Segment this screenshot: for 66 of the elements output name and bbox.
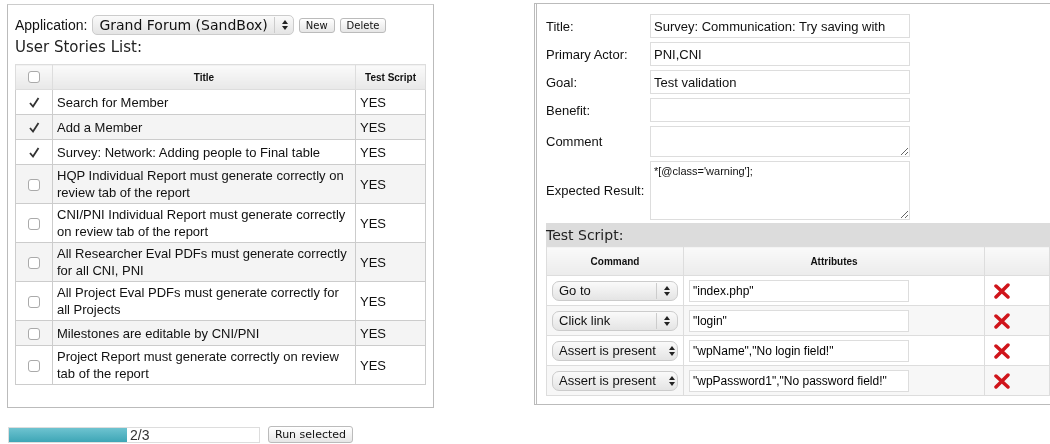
table-cell: Add a Member [52, 114, 356, 140]
checkbox[interactable] [28, 360, 40, 373]
field-label: Goal: [546, 74, 579, 90]
checkbox[interactable] [28, 296, 40, 309]
column-header: Test Script [355, 64, 426, 90]
checkbox[interactable] [28, 97, 40, 110]
field-label: Title: [546, 18, 575, 34]
table-cell: YES [355, 203, 426, 243]
updown-arrows-icon[interactable] [663, 284, 671, 297]
field-label: Benefit: [546, 102, 592, 118]
field-label: Expected Result: [546, 183, 646, 198]
input-field[interactable]: "wpName","No login field!" [689, 339, 909, 362]
input-field[interactable]: "wpPassword1","No password field!" [689, 369, 909, 392]
input-field[interactable]: Survey: Communication: Try saving with [650, 14, 910, 38]
command-select[interactable]: Go to [552, 280, 678, 301]
checkbox[interactable] [28, 328, 40, 341]
command-select[interactable]: Click link [552, 310, 678, 331]
column-header: Command [546, 246, 684, 276]
application-select[interactable]: Grand Forum (SandBox) [92, 15, 294, 35]
text-area[interactable]: *[@class='warning']; [650, 161, 910, 220]
table-cell: Search for Member [52, 89, 356, 115]
table-cell: CNI/PNI Individual Report must generate correctly on review tab of the report [52, 203, 356, 243]
input-field[interactable]: PNI,CNI [650, 42, 910, 66]
column-header: Attributes [683, 246, 985, 276]
progress-text: 2/3 [130, 426, 150, 443]
checkbox[interactable] [28, 122, 40, 135]
table-cell: All Project Eval PDFs must generate correctly for all Projects [52, 281, 356, 321]
table-cell: YES [355, 89, 426, 115]
table-cell: Milestones are editable by CNI/PNI [52, 320, 356, 346]
checkbox[interactable] [28, 218, 40, 231]
checkbox[interactable] [28, 257, 40, 270]
field-label: Primary Actor: [546, 46, 629, 62]
table-cell: YES [355, 345, 426, 385]
list-heading: User Stories List: [15, 38, 143, 56]
checkbox[interactable] [28, 147, 40, 160]
delete-icon[interactable] [994, 312, 1010, 329]
table-cell: All Researcher Eval PDFs must generate correctly for all CNI, PNI [52, 242, 356, 282]
input-field[interactable] [650, 98, 910, 122]
updown-arrows-icon[interactable] [667, 374, 676, 387]
field-label: Comment [546, 134, 604, 149]
input-field[interactable]: "login" [689, 309, 909, 332]
section-title: Test Script: [546, 226, 624, 243]
checkbox[interactable] [28, 71, 40, 84]
table-cell: YES [355, 164, 426, 204]
application-label: Application: [15, 17, 88, 33]
updown-arrows-icon[interactable] [663, 314, 671, 327]
table-cell: HQP Individual Report must generate correctly on review tab of the report [52, 164, 356, 204]
table-cell: YES [355, 139, 426, 165]
updown-arrows-icon[interactable] [280, 19, 289, 31]
table-cell: Project Report must generate correctly on review tab of the report [52, 345, 356, 385]
delete-icon[interactable] [994, 342, 1010, 359]
input-field[interactable]: Test validation [650, 70, 910, 94]
table-cell: YES [355, 242, 426, 282]
input-field[interactable]: "index.php" [689, 279, 909, 302]
delete-icon[interactable] [994, 282, 1010, 299]
command-select[interactable]: Assert is present [552, 370, 678, 391]
table-cell: Survey: Network: Adding people to Final table [52, 139, 356, 165]
new-button[interactable]: New [298, 17, 335, 33]
table-cell: YES [355, 281, 426, 321]
delete-icon[interactable] [994, 372, 1010, 389]
command-select[interactable]: Assert is present [552, 340, 678, 361]
delete-button[interactable]: Delete [339, 17, 387, 33]
updown-arrows-icon[interactable] [667, 344, 676, 357]
column-header: Title [52, 64, 356, 90]
checkbox[interactable] [28, 179, 40, 192]
run-selected-button[interactable]: Run selected [268, 426, 354, 443]
